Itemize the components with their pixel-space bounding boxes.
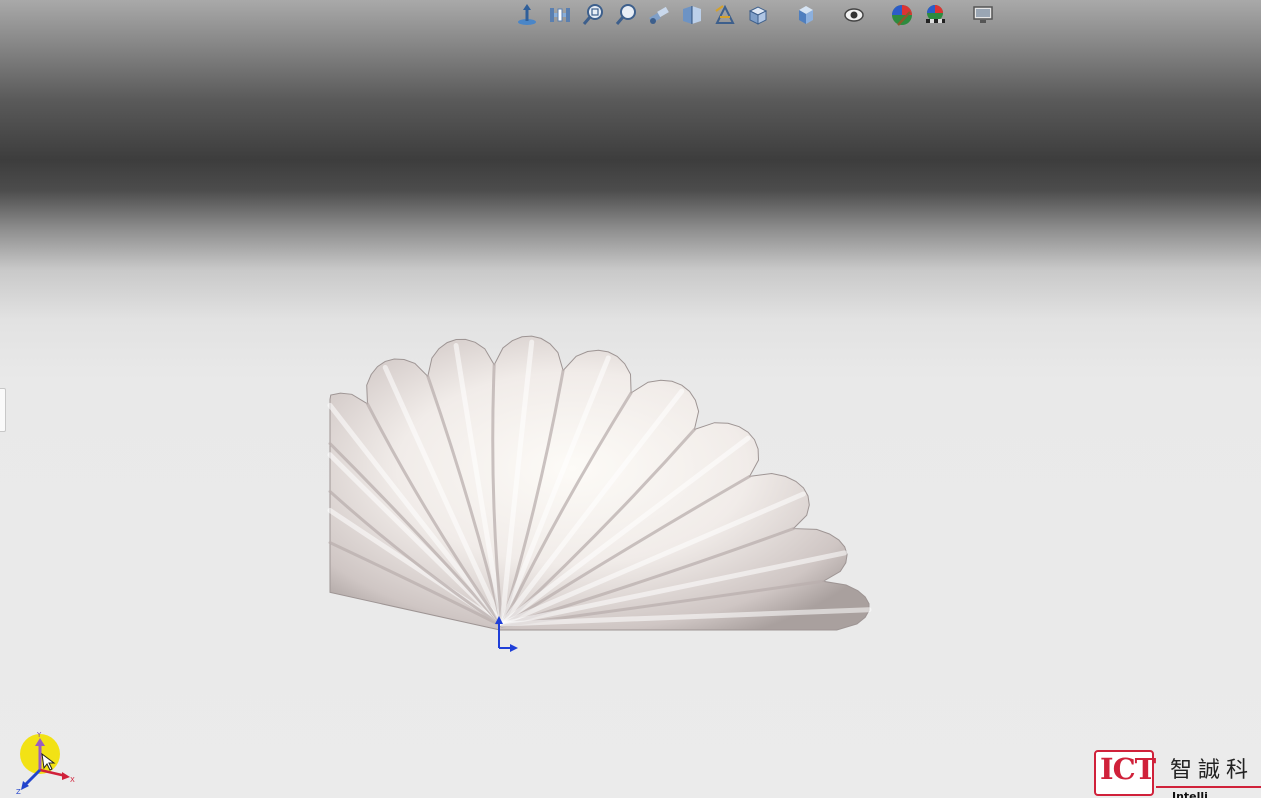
section-view-icon (550, 8, 570, 22)
hide-show-items-button[interactable] (839, 1, 869, 29)
apply-scene-button[interactable] (920, 1, 950, 29)
logo-underline (1156, 786, 1261, 788)
logo-subtitle: Intelli (1172, 790, 1208, 798)
ict-logo-watermark: ICT 智誠科 Intelli (1092, 748, 1261, 798)
reference-triad[interactable]: Y X Z (14, 730, 80, 796)
shell-3d-model[interactable] (320, 250, 950, 670)
edit-appearance-button[interactable] (887, 1, 917, 29)
apply-scene-icon (926, 5, 945, 23)
view-orientation-icon (748, 6, 768, 25)
dynamic-annotation-icon (715, 4, 735, 24)
section-plane-icon (683, 6, 701, 24)
edit-appearance-icon (892, 5, 912, 26)
display-style-button[interactable] (791, 1, 821, 29)
triad-z-label: Z (16, 788, 21, 796)
view-settings-button[interactable] (968, 1, 998, 29)
triad-y-label: Y (36, 731, 42, 739)
zoom-to-area-icon (615, 4, 636, 25)
hide-show-items-icon (844, 8, 864, 22)
previous-view-icon (649, 6, 669, 24)
graphics-area[interactable]: Y X Z ICT 智誠科 Intelli (0, 0, 1261, 798)
zoom-to-area-button[interactable] (611, 1, 641, 29)
dynamic-annotation-button[interactable] (710, 1, 740, 29)
feature-manager-collapse-tab[interactable] (0, 388, 6, 432)
display-style-icon (799, 6, 813, 24)
section-plane-button[interactable] (677, 1, 707, 29)
logo-chinese-text: 智誠科 (1170, 758, 1255, 783)
zoom-to-fit-icon (582, 4, 603, 25)
triad-x-label: X (70, 776, 75, 784)
view-normal-to-button[interactable] (512, 1, 542, 29)
view-settings-icon (973, 6, 993, 23)
zoom-to-fit-button[interactable] (578, 1, 608, 29)
view-normal-to-icon (518, 4, 536, 25)
logo-brand-text: ICT (1100, 752, 1156, 786)
previous-view-button[interactable] (644, 1, 674, 29)
heads-up-view-toolbar (512, 0, 998, 30)
view-orientation-button[interactable] (743, 1, 773, 29)
ict-logo-box: ICT (1094, 750, 1156, 796)
section-view-button[interactable] (545, 1, 575, 29)
